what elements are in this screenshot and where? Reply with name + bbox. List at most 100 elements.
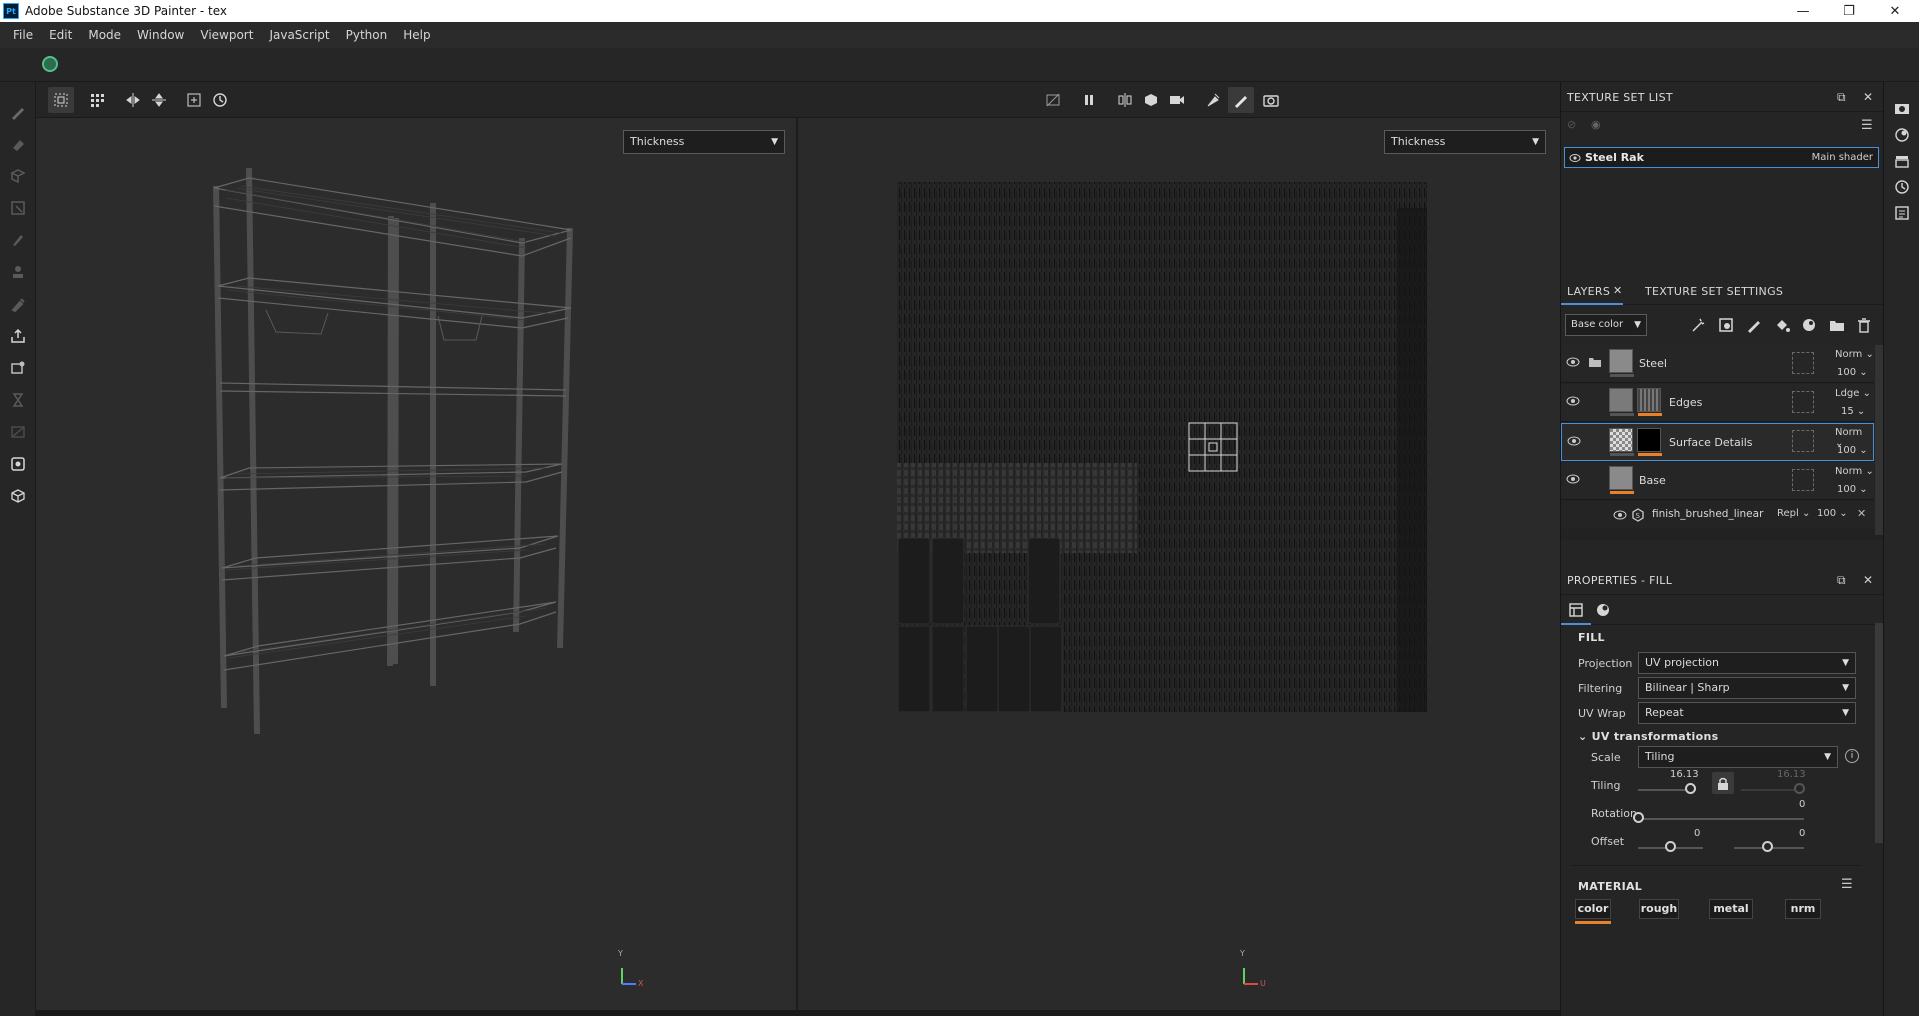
material-color-button[interactable]: color — [1575, 899, 1611, 919]
mask-slot[interactable] — [1792, 430, 1814, 452]
eye-icon[interactable] — [1566, 474, 1580, 484]
sublayer-finish-brushed[interactable]: S finish_brushed_linear Repl ⌄ 100 ⌄ ✕ — [1561, 501, 1874, 529]
layer-opacity[interactable]: 100 ⌄ — [1837, 484, 1868, 495]
sublayer-blend[interactable]: Repl ⌄ — [1777, 508, 1810, 519]
camera-icon[interactable] — [1164, 87, 1190, 113]
offset-u-slider-handle[interactable] — [1665, 841, 1676, 852]
close-button[interactable]: ✕ — [1872, 0, 1918, 22]
hide-overlay-icon[interactable] — [1040, 87, 1066, 113]
eye-icon[interactable] — [1569, 153, 1581, 163]
layer-opacity[interactable]: 15 ⌄ — [1841, 406, 1865, 417]
menu-python[interactable]: Python — [338, 22, 396, 48]
selection-mode-icon[interactable] — [48, 87, 74, 113]
viewer-settings-icon[interactable] — [1893, 100, 1911, 118]
projection-select[interactable]: UV projection ▼ — [1638, 652, 1856, 674]
menu-icon[interactable]: ☰ — [1861, 118, 1873, 133]
layer-edges[interactable]: Edges Ldge ⌄ 15 ⌄ — [1561, 384, 1874, 422]
blend-mode[interactable]: Ldge ⌄ — [1835, 388, 1871, 399]
layer-steel[interactable]: Steel Norm ⌄ 100 ⌄ — [1561, 345, 1874, 383]
projection-icon[interactable] — [8, 166, 28, 186]
assets-icon[interactable] — [1893, 152, 1911, 170]
paint-mode-icon[interactable] — [1228, 87, 1254, 113]
offset-v-value[interactable]: 0 — [1799, 828, 1805, 839]
scale-select[interactable]: Tiling ▼ — [1638, 746, 1838, 768]
hourglass-icon[interactable] — [8, 390, 28, 410]
material-metal-button[interactable]: metal — [1709, 899, 1753, 919]
add-effect-icon[interactable] — [1688, 315, 1708, 335]
tab-material[interactable] — [1595, 602, 1611, 618]
tiling-v-slider-handle[interactable] — [1794, 783, 1805, 794]
cloud-sync-icon[interactable] — [42, 56, 58, 72]
layer-channel-select[interactable]: Base color ▼ — [1565, 314, 1647, 336]
add-frame-icon[interactable] — [181, 87, 207, 113]
layer-opacity[interactable]: 100 ⌄ — [1837, 367, 1868, 378]
blend-mode[interactable]: Norm ⌄ — [1835, 466, 1874, 477]
shelf-icon[interactable] — [8, 454, 28, 474]
eraser-icon[interactable] — [8, 134, 28, 154]
tab-texture-set-settings[interactable]: TEXTURE SET SETTINGS — [1645, 285, 1783, 298]
material-nrm-button[interactable]: nrm — [1785, 899, 1821, 919]
properties-scrollbar[interactable] — [1875, 623, 1883, 843]
layer-opacity[interactable]: 100 ⌄ — [1837, 445, 1868, 456]
menu-viewport[interactable]: Viewport — [192, 22, 261, 48]
history-icon[interactable] — [207, 87, 233, 113]
layer-base[interactable]: Base Norm ⌄ 100 ⌄ — [1561, 462, 1874, 500]
minimize-button[interactable]: — — [1780, 0, 1826, 22]
add-smart-material-icon[interactable] — [1799, 315, 1819, 335]
float-panel-icon[interactable]: ⧉ — [1837, 573, 1846, 588]
blend-mode[interactable]: Norm ⌄ — [1835, 349, 1874, 360]
tiling-slider-handle[interactable] — [1685, 783, 1697, 794]
uvwrap-select[interactable]: Repeat ▼ — [1638, 702, 1856, 724]
menu-file[interactable]: File — [5, 22, 41, 48]
filtering-select[interactable]: Bilinear | Sharp ▼ — [1638, 677, 1856, 699]
light-icon[interactable] — [1200, 87, 1226, 113]
clone-stamp-icon[interactable] — [8, 262, 28, 282]
menu-edit[interactable]: Edit — [41, 22, 80, 48]
menu-window[interactable]: Window — [129, 22, 192, 48]
environment-icon[interactable] — [1893, 126, 1911, 144]
add-fill-layer-icon[interactable] — [1772, 315, 1792, 335]
rotation-slider-handle[interactable] — [1633, 812, 1644, 823]
paint-brush-icon[interactable] — [8, 102, 28, 122]
rotation-value[interactable]: 0 — [1799, 799, 1805, 810]
tiling-v-slider[interactable] — [1741, 789, 1801, 791]
grid-view-icon[interactable] — [84, 87, 110, 113]
add-paint-layer-icon[interactable] — [1744, 315, 1764, 335]
bake-export-icon[interactable] — [8, 326, 28, 346]
rotation-slider[interactable] — [1638, 818, 1804, 820]
menu-javascript[interactable]: JavaScript — [261, 22, 337, 48]
tiling-value[interactable]: 16.13 — [1670, 769, 1699, 780]
menu-help[interactable]: Help — [395, 22, 438, 48]
mask-slot[interactable] — [1792, 391, 1814, 413]
menu-mode[interactable]: Mode — [80, 22, 129, 48]
smudge-icon[interactable] — [8, 230, 28, 250]
sublayer-opacity[interactable]: 100 ⌄ — [1817, 508, 1848, 519]
float-panel-icon[interactable]: ⧉ — [1837, 90, 1846, 105]
uv-transformations-toggle[interactable]: ⌄ UV transformations — [1578, 730, 1718, 743]
tab-layers[interactable]: LAYERS — [1567, 285, 1610, 298]
geometry-mask-icon[interactable] — [8, 198, 28, 218]
offset-v-slider-handle[interactable] — [1762, 841, 1773, 852]
viewport-3d[interactable]: Thickness ▼ Y X — [36, 118, 798, 1010]
eye-icon[interactable] — [1566, 357, 1580, 367]
remove-effect-icon[interactable]: ✕ — [1857, 507, 1866, 520]
material-library-icon[interactable] — [8, 358, 28, 378]
material-menu-icon[interactable]: ☰ — [1841, 877, 1853, 892]
pause-icon[interactable] — [1076, 87, 1102, 113]
cube-icon[interactable] — [8, 486, 28, 506]
texture-set-item[interactable]: Steel Rak Main shader — [1564, 147, 1879, 168]
lock-ratio-button[interactable] — [1712, 772, 1734, 794]
split-view-icon[interactable] — [1112, 87, 1138, 113]
add-folder-icon[interactable] — [1827, 315, 1847, 335]
mask-slot[interactable] — [1792, 352, 1814, 374]
info-icon[interactable]: i — [1845, 749, 1859, 763]
eye-icon[interactable] — [1613, 510, 1627, 520]
close-tab-icon[interactable]: ✕ — [1613, 284, 1623, 297]
layer-surface-details[interactable]: Surface Details Norm ⌄ 100 ⌄ — [1561, 423, 1874, 461]
delete-layer-icon[interactable] — [1854, 315, 1874, 335]
close-panel-icon[interactable]: ✕ — [1863, 573, 1873, 587]
link-icon[interactable]: ⊘ — [1567, 118, 1576, 131]
color-picker-icon[interactable] — [8, 294, 28, 314]
eye-icon[interactable] — [1566, 396, 1580, 406]
symmetry-x-icon[interactable] — [120, 87, 146, 113]
